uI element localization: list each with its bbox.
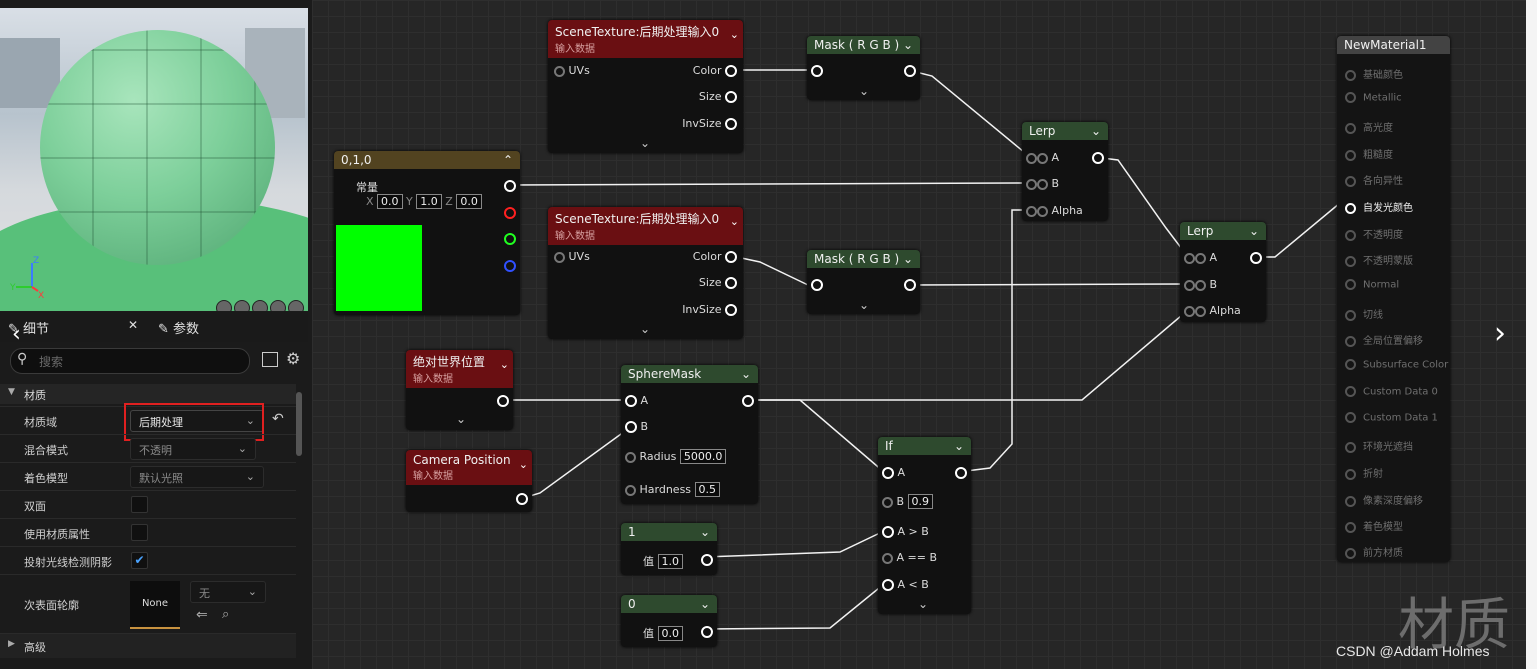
graph-wires xyxy=(498,69,1341,630)
scene-texture-node[interactable]: SceneTexture:后期处理输入0 输入数据 ⌄ UVs Color Siz… xyxy=(548,207,743,339)
scene-texture-node[interactable]: SceneTexture:后期处理输入0 输入数据 ⌄ UVs Color Siz… xyxy=(548,20,743,153)
chevron-down-icon: ⌄ xyxy=(729,215,739,228)
next-arrow-icon[interactable]: › xyxy=(1494,316,1506,351)
world-position-node[interactable]: 绝对世界位置 输入数据 ⌄ ⌄ xyxy=(406,350,513,430)
constant-node[interactable]: 0 ⌄ 值 0.0 xyxy=(621,595,717,647)
chevron-down-icon: ⌄ xyxy=(729,28,739,41)
mask-node[interactable]: Mask ( R G B ) ⌄ ⌄ xyxy=(807,250,920,314)
constant-node[interactable]: 1 ⌄ 值 1.0 xyxy=(621,523,717,575)
constant3-node[interactable]: 0,1,0 ⌃ 常量 X 0.0 Y 1.0 Z 0.0 xyxy=(334,151,520,315)
lerp-node[interactable]: Lerp ⌄ A B Alpha xyxy=(1022,122,1108,221)
camera-position-node[interactable]: Camera Position 输入数据 ⌄ xyxy=(406,450,532,512)
lerp-node[interactable]: Lerp ⌄ A B Alpha xyxy=(1180,222,1266,322)
material-output-node[interactable]: NewMaterial1 基础颜色 Metallic 高光度 粗糙度 各向异性 … xyxy=(1337,36,1450,562)
page-edge xyxy=(1526,0,1537,669)
mask-node[interactable]: Mask ( R G B ) ⌄ ⌄ xyxy=(807,36,920,100)
if-node[interactable]: If ⌄ A B 0.9 A > B A == B A < B ⌄ xyxy=(878,437,971,614)
sphere-mask-node[interactable]: SphereMask ⌄ A B Radius 5000.0 Hardness 0… xyxy=(621,365,758,504)
credit-text: CSDN @Addam Holmes xyxy=(1336,643,1490,659)
color-swatch xyxy=(336,225,422,311)
